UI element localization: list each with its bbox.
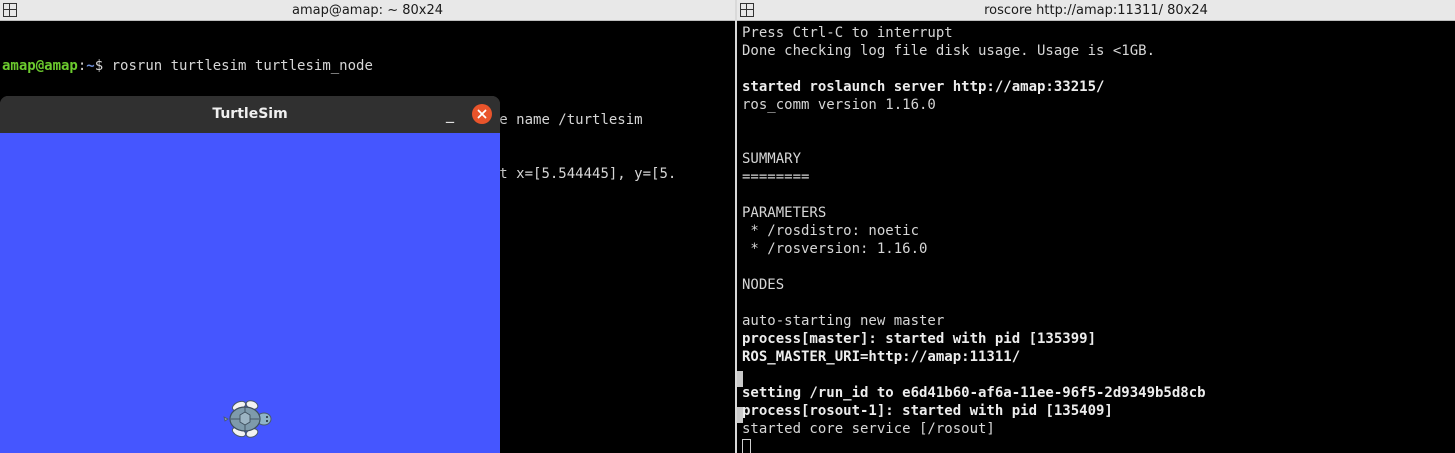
clipped-window-edge bbox=[737, 371, 743, 387]
clipped-window-edge bbox=[737, 407, 743, 423]
log-line: NODES bbox=[742, 277, 785, 293]
right-terminal-output[interactable]: Press Ctrl-C to interrupt Done checking l… bbox=[737, 24, 1455, 453]
right-terminal-window[interactable]: roscore http://amap:11311/ 80x24 Press C… bbox=[737, 0, 1455, 453]
cursor-line bbox=[742, 438, 1455, 453]
log-line: process[master]: started with pid [13539… bbox=[742, 331, 1097, 347]
turtlesim-canvas[interactable] bbox=[0, 133, 500, 453]
right-terminal-titlebar[interactable]: roscore http://amap:11311/ 80x24 bbox=[737, 0, 1455, 21]
terminal-cursor bbox=[742, 439, 751, 453]
command-line: amap@amap:~$ rosrun turtlesim turtlesim_… bbox=[2, 57, 735, 75]
command-text: rosrun turtlesim turtlesim_node bbox=[103, 58, 373, 74]
terminal-menu-icon[interactable] bbox=[3, 3, 17, 17]
prompt-path: ~ bbox=[86, 58, 95, 74]
turtlesim-window[interactable]: TurtleSim _ bbox=[0, 96, 500, 453]
minimize-button[interactable]: _ bbox=[440, 104, 460, 124]
log-line: Done checking log file disk usage. Usage… bbox=[742, 43, 1156, 59]
close-icon bbox=[477, 109, 487, 119]
log-line: Press Ctrl-C to interrupt bbox=[742, 25, 953, 41]
prompt-symbol: $ bbox=[94, 58, 104, 74]
log-line: process[rosout-1]: started with pid [135… bbox=[742, 403, 1113, 419]
log-line: PARAMETERS bbox=[742, 205, 827, 221]
log-line: started roslaunch server http://amap:332… bbox=[742, 79, 1105, 95]
turtlesim-titlebar[interactable]: TurtleSim _ bbox=[0, 96, 500, 134]
close-button[interactable] bbox=[472, 104, 492, 124]
log-line: * /rosversion: 1.16.0 bbox=[742, 241, 928, 257]
log-line: ROS_MASTER_URI=http://amap:11311/ bbox=[742, 349, 1021, 365]
log-line: started core service [/rosout] bbox=[742, 421, 995, 437]
log-line: ======== bbox=[742, 169, 810, 185]
log-line: setting /run_id to e6d41b60-af6a-11ee-96… bbox=[742, 385, 1206, 401]
log-line: ros_comm version 1.16.0 bbox=[742, 97, 936, 113]
turtle-icon bbox=[223, 400, 272, 438]
prompt-user: amap@amap bbox=[2, 58, 78, 74]
turtlesim-title: TurtleSim bbox=[212, 106, 288, 122]
left-terminal-titlebar[interactable]: amap@amap: ~ 80x24 bbox=[0, 0, 735, 21]
left-terminal-title: amap@amap: ~ 80x24 bbox=[291, 3, 443, 18]
log-line: SUMMARY bbox=[742, 151, 802, 167]
log-line: * /rosdistro: noetic bbox=[742, 223, 920, 239]
terminal-menu-icon[interactable] bbox=[740, 3, 754, 17]
right-terminal-title: roscore http://amap:11311/ 80x24 bbox=[984, 3, 1208, 18]
log-line: auto-starting new master bbox=[742, 313, 945, 329]
